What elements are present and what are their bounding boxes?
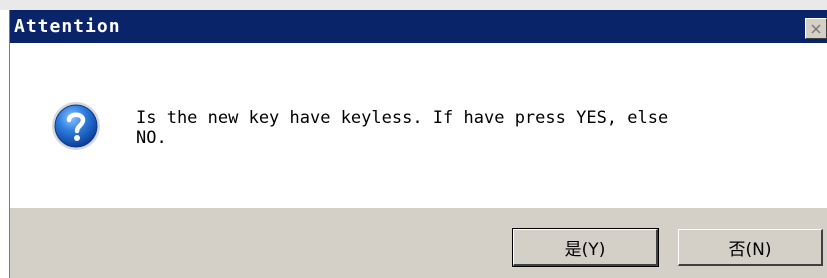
yes-button[interactable]: 是(Y) bbox=[512, 228, 659, 267]
background-strip bbox=[0, 0, 827, 10]
title-bar[interactable]: Attention bbox=[10, 10, 827, 43]
close-icon bbox=[811, 23, 821, 34]
question-icon bbox=[52, 102, 100, 150]
attention-dialog: Attention Is the new key have keyless. I… bbox=[9, 10, 827, 278]
no-button[interactable]: 否(N) bbox=[678, 229, 823, 266]
close-button[interactable] bbox=[805, 18, 827, 39]
dialog-message: Is the new key have keyless. If have pre… bbox=[136, 108, 669, 148]
window-title: Attention bbox=[14, 16, 121, 37]
dialog-content: Is the new key have keyless. If have pre… bbox=[10, 43, 827, 208]
button-bar: 是(Y) 否(N) bbox=[10, 208, 827, 278]
